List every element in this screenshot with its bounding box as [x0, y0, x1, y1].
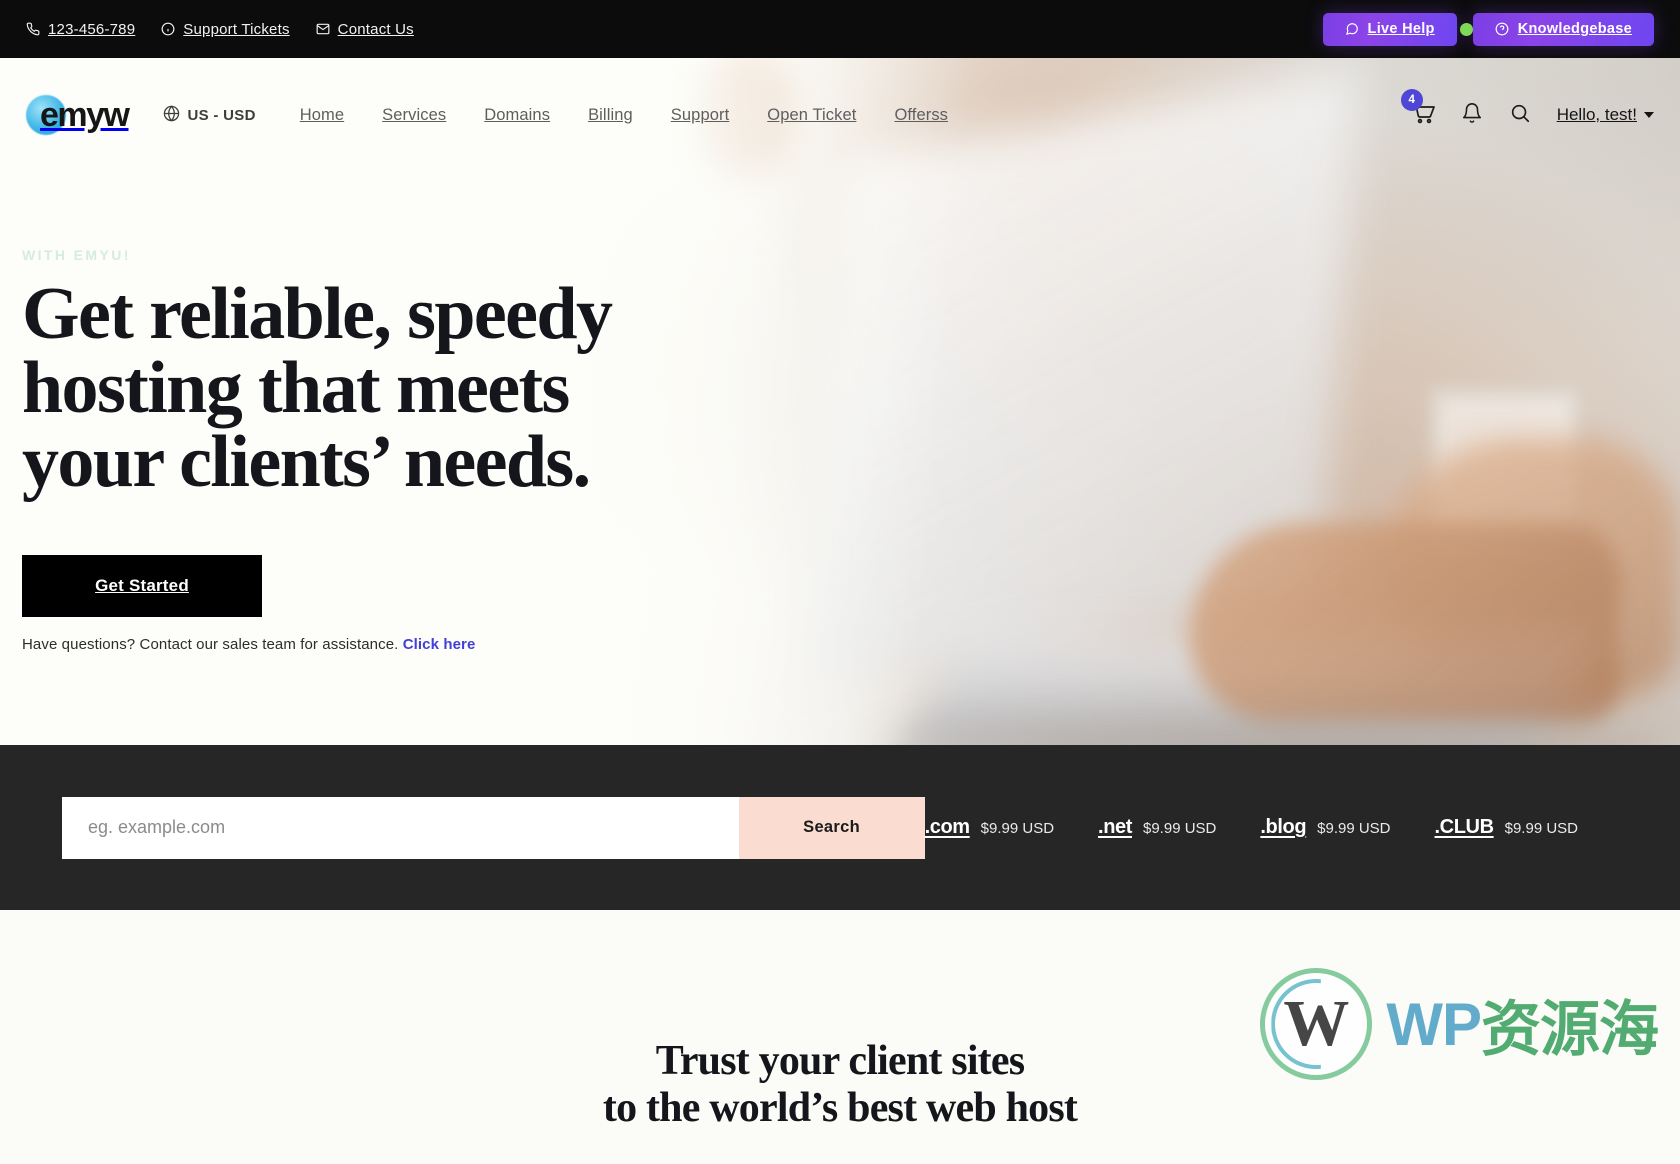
wp-resource-watermark: W WP 资源海 [1260, 968, 1659, 1080]
nav-actions: 4 Hello, test! [1400, 88, 1654, 130]
tld-item-net[interactable]: .net $9.99 USD [1098, 816, 1216, 839]
tld-name: .com [924, 816, 970, 838]
tld-item-club[interactable]: .CLUB $9.99 USD [1435, 816, 1578, 839]
tld-price-list: .com $9.99 USD .net $9.99 USD .blog $9.9… [925, 816, 1618, 839]
account-menu[interactable]: Hello, test! [1557, 105, 1654, 125]
topbar-links: 123-456-789 Support Tickets Contact Us [26, 21, 414, 38]
topbar-contact-us-label: Contact Us [337, 20, 414, 38]
tld-name: .CLUB [1434, 816, 1495, 838]
domain-search-form: Search [62, 796, 925, 859]
nav-item-domains[interactable]: Domains [484, 106, 550, 125]
trust-title-line-1: Trust your client sites [655, 1038, 1025, 1084]
topbar-support-tickets-link[interactable]: Support Tickets [161, 21, 289, 38]
hero-subtext-label: Have questions? Contact our sales team f… [22, 636, 399, 653]
search-icon [1509, 104, 1531, 128]
wordpress-logo-icon: W [1260, 968, 1373, 1080]
tld-price: $9.99 USD [1317, 820, 1391, 837]
cart-button[interactable]: 4 [1400, 88, 1435, 130]
nav-item-home[interactable]: Home [300, 106, 344, 125]
tld-name: .blog [1260, 816, 1307, 838]
chat-bubble-icon [1345, 22, 1359, 36]
hero-eyebrow: WITH EMYU! [22, 247, 131, 263]
hero-title-line-2: hosting that meets [22, 347, 570, 429]
watermark-wp-label: WP [1386, 990, 1482, 1058]
hero-content: WITH EMYU! Get reliable, speedy hosting … [0, 247, 1680, 653]
tld-price: $9.99 USD [980, 820, 1055, 837]
topbar-phone-link[interactable]: 123-456-789 [26, 21, 135, 38]
trust-section: Trust your client sites to the world’s b… [0, 910, 1680, 1164]
nav-item-services[interactable]: Services [382, 106, 446, 125]
site-logo[interactable]: emyw [26, 95, 130, 135]
tld-item-blog[interactable]: .blog $9.99 USD [1260, 816, 1390, 839]
currency-label: US - USD [187, 106, 256, 124]
live-help-button[interactable]: Live Help [1322, 12, 1457, 46]
main-navigation: emyw US - USD Home Services Domains Bill… [0, 86, 1680, 144]
tld-price: $9.99 USD [1504, 820, 1578, 837]
topbar-contact-us-link[interactable]: Contact Us [316, 21, 414, 38]
phone-icon [26, 22, 40, 36]
nav-links: Home Services Domains Billing Support Op… [300, 106, 948, 125]
chevron-down-icon [1644, 112, 1654, 118]
tld-item-com[interactable]: .com $9.99 USD [925, 816, 1054, 839]
trust-title-line-2: to the world’s best web host [602, 1085, 1078, 1132]
nav-item-billing[interactable]: Billing [588, 106, 633, 125]
domain-search-input[interactable] [62, 796, 739, 859]
nav-item-offerss[interactable]: Offerss [894, 106, 948, 125]
live-help-label: Live Help [1367, 21, 1435, 37]
knowledgebase-label: Knowledgebase [1517, 21, 1632, 37]
nav-item-support[interactable]: Support [671, 106, 730, 125]
hero-title-line-1: Get reliable, speedy [22, 273, 613, 355]
topbar-support-tickets-label: Support Tickets [183, 20, 290, 38]
topbar-phone-label: 123-456-789 [48, 20, 136, 38]
notifications-button[interactable] [1461, 102, 1483, 129]
nav-item-open-ticket[interactable]: Open Ticket [767, 106, 856, 125]
account-label: Hello, test! [1556, 105, 1637, 124]
hero-title: Get reliable, speedy hosting that meets … [22, 277, 722, 499]
globe-icon [163, 104, 180, 126]
currency-selector[interactable]: US - USD [163, 104, 256, 126]
knowledgebase-button[interactable]: Knowledgebase [1472, 12, 1654, 46]
envelope-icon [316, 22, 330, 36]
info-circle-icon [161, 22, 175, 36]
question-circle-icon [1495, 22, 1509, 36]
watermark-text: WP 资源海 [1386, 981, 1659, 1068]
utility-topbar: 123-456-789 Support Tickets Contact Us L… [0, 0, 1680, 58]
hero-subtext: Have questions? Contact our sales team f… [22, 636, 1680, 653]
hero-section: emyw US - USD Home Services Domains Bill… [0, 58, 1680, 745]
online-status-dot [1459, 22, 1473, 36]
bell-icon [1461, 102, 1483, 128]
domain-search-strip: Search .com $9.99 USD .net $9.99 USD .bl… [0, 745, 1680, 910]
cart-count-badge: 4 [1400, 88, 1423, 111]
tld-name: .net [1098, 816, 1132, 838]
watermark-w-letter: W [1283, 987, 1350, 1060]
hero-title-line-3: your clients’ needs. [22, 421, 591, 503]
hero-subtext-link[interactable]: Click here [403, 636, 476, 653]
tld-price: $9.99 USD [1143, 820, 1217, 837]
topbar-actions: Live Help Knowledgebase [1322, 12, 1654, 46]
logo-text: emyw [40, 95, 130, 134]
watermark-cn-label: 资源海 [1481, 995, 1659, 1063]
search-button[interactable] [1509, 102, 1531, 129]
get-started-button[interactable]: Get Started [22, 555, 262, 617]
domain-search-button[interactable]: Search [738, 796, 925, 859]
